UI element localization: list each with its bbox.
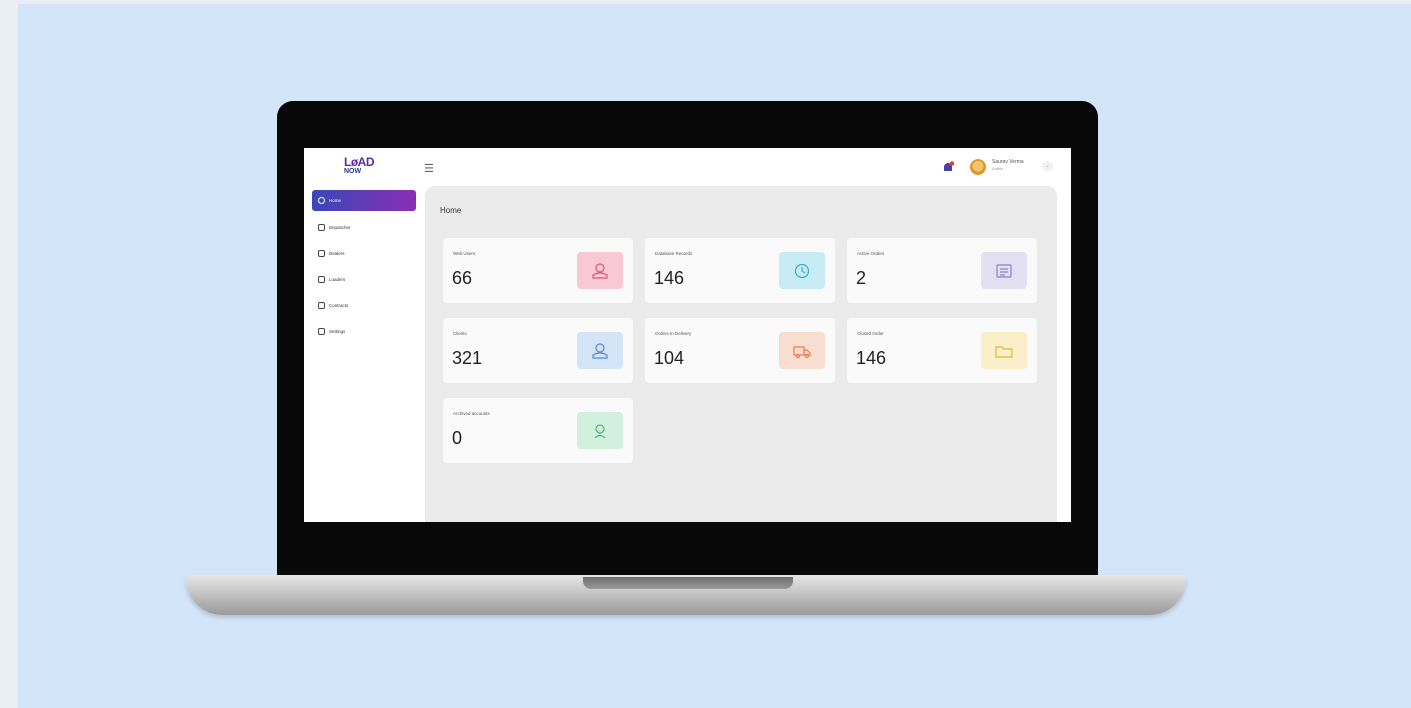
user-icon [577,252,623,289]
card-value: 321 [452,348,483,368]
hamburger-menu-icon[interactable]: ☰ [424,162,434,175]
card-label: Orders In Delivery [655,331,692,336]
sidebar-item-label: Contracts [329,302,349,308]
card-label: Clients [453,331,467,336]
folder-icon [981,332,1027,369]
logo-subtext: NOW [344,168,362,175]
sidebar-item-label: Home [329,198,342,203]
card-value: 146 [654,268,685,288]
card-value: 0 [452,428,463,448]
settings-icon [318,327,325,335]
archive-user-icon [577,412,623,449]
sidebar-item-label: Dispatcher [329,224,351,230]
card-value: 66 [452,268,473,288]
stat-card-web-users[interactable]: Web Users 66 [443,238,633,303]
user-menu-chevron-icon[interactable]: ⌄ [1042,161,1053,172]
sidebar-item-dispatcher[interactable]: Dispatcher [312,219,416,235]
user-name: Saurav Verma [992,159,1024,165]
stat-card-clients[interactable]: Clients 321 [443,318,633,383]
user-icon [577,332,623,369]
stat-card-archived-accounts[interactable]: Archived accounts 0 [443,398,633,463]
dealers-icon [318,249,325,257]
sidebar-item-home[interactable]: Home [312,190,416,211]
sidebar: Home Dispatcher Dealers Loaders Contract… [304,186,422,522]
sidebar-item-loaders[interactable]: Loaders [312,271,416,287]
dispatcher-icon [318,223,325,231]
page-title: Home [440,206,462,215]
contracts-icon [318,301,325,309]
stat-card-database-records[interactable]: Database Records 146 [645,238,835,303]
truck-icon [779,332,825,369]
notification-bell-icon[interactable] [942,161,954,174]
loaders-icon [318,275,325,283]
laptop-hinge-notch [583,577,793,589]
logo-text: LøAD [344,155,375,169]
list-icon [981,252,1027,289]
card-value: 2 [856,268,867,288]
card-label: Database Records [655,251,693,256]
sidebar-item-settings[interactable]: Settings [312,323,416,339]
card-value: 146 [856,348,887,368]
top-bar: LøAD NOW ☰ Saurav Verma Admin ⌄ [304,148,1071,186]
stat-card-orders-in-delivery[interactable]: Orders In Delivery 104 [645,318,835,383]
sidebar-item-contracts[interactable]: Contracts [312,297,416,313]
home-icon [318,197,325,204]
stat-card-closed-order[interactable]: Closed Order 146 [847,318,1037,383]
card-label: Closed Order [857,331,884,336]
sidebar-item-label: Loaders [329,276,346,282]
sidebar-item-label: Settings [329,328,346,334]
sidebar-item-label: Dealers [329,250,345,256]
user-role: Admin [992,166,1004,171]
card-value: 104 [654,348,685,368]
card-label: Active Orders [857,251,885,256]
laptop-screen: LøAD NOW ☰ Saurav Verma Admin ⌄ Home Dis… [304,148,1071,522]
card-label: Web Users [453,251,476,256]
app-logo[interactable]: LøAD NOW [344,156,380,184]
user-avatar[interactable] [970,159,986,175]
card-label: Archived accounts [453,411,490,416]
main-content: Home Web Users 66 Database Records 146 A… [425,186,1057,522]
history-icon [779,252,825,289]
stat-card-active-orders[interactable]: Active Orders 2 [847,238,1037,303]
sidebar-item-dealers[interactable]: Dealers [312,245,416,261]
